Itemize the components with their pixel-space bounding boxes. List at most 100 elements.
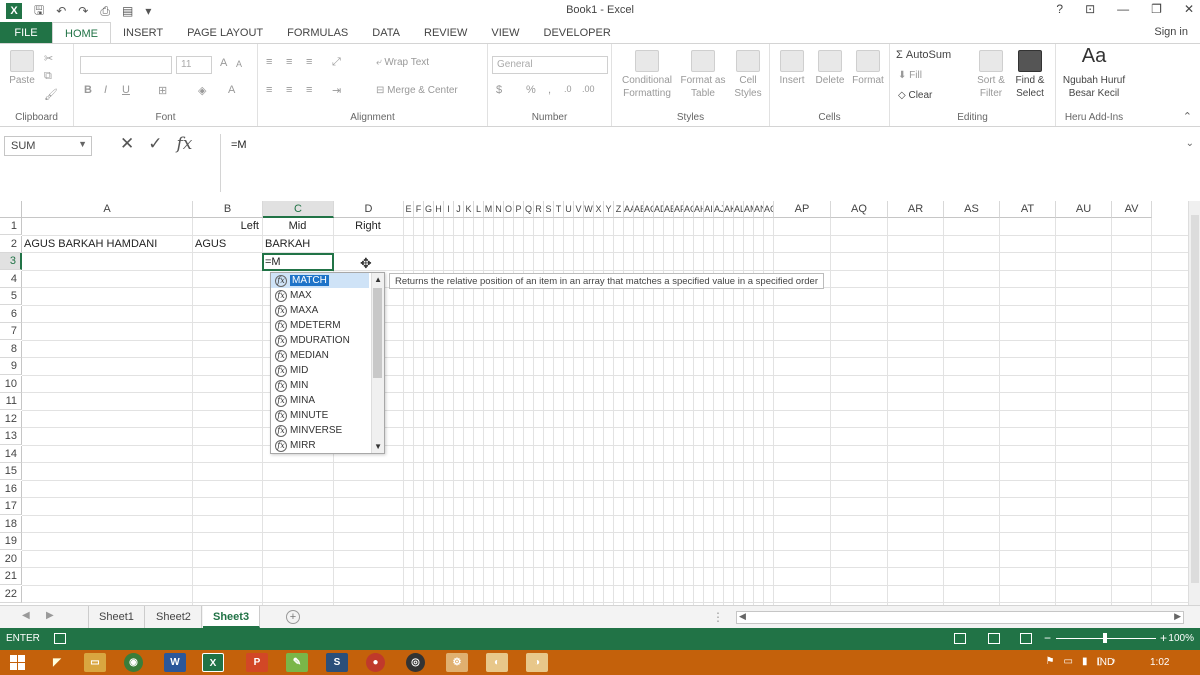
clear-button[interactable]: ◇ Clear [898, 90, 932, 101]
italic-button[interactable]: I [104, 84, 107, 96]
normal-view-icon[interactable] [954, 633, 966, 644]
shrink-font-icon[interactable]: A [236, 59, 242, 69]
orientation-icon[interactable]: ⤢ [332, 56, 341, 69]
column-header-C[interactable]: C [263, 201, 334, 218]
borders-icon[interactable]: ⊞ [158, 84, 167, 97]
column-header-I[interactable]: I [444, 201, 454, 218]
column-header-O[interactable]: O [504, 201, 514, 218]
column-header-Y[interactable]: Y [604, 201, 614, 218]
column-header-D[interactable]: D [334, 201, 404, 218]
excel-taskbar-icon[interactable]: X [202, 653, 224, 672]
row-header-1[interactable]: 1 [0, 218, 22, 235]
column-header-AE[interactable]: AE [664, 201, 674, 218]
format-cells-button[interactable]: Format [850, 50, 886, 87]
select-all-corner[interactable] [0, 201, 22, 218]
grow-font-icon[interactable]: A [220, 57, 227, 69]
row-header-2[interactable]: 2 [0, 235, 22, 253]
clock[interactable]: 1:02 [1150, 657, 1169, 668]
worksheet-grid[interactable]: ABCDEFGHIJKLMNOPQRSTUVWXYZAAABACADAEAFAG… [0, 201, 1188, 605]
row-header-18[interactable]: 18 [0, 515, 22, 533]
new-sheet-button[interactable]: + [286, 610, 300, 624]
row-header-13[interactable]: 13 [0, 428, 22, 445]
column-header-G[interactable]: G [424, 201, 434, 218]
tab-insert[interactable]: INSERT [111, 22, 175, 44]
align-right-icon[interactable]: ≡ [306, 84, 312, 96]
increase-decimal-icon[interactable]: .0 [564, 84, 572, 94]
column-header-P[interactable]: P [514, 201, 524, 218]
undo-icon[interactable]: ↶ [56, 4, 66, 18]
column-header-AR[interactable]: AR [888, 201, 944, 218]
row-header-9[interactable]: 9 [0, 358, 22, 375]
vertical-scrollbar[interactable] [1188, 201, 1200, 605]
tab-review[interactable]: REVIEW [412, 22, 479, 44]
column-header-M[interactable]: M [484, 201, 494, 218]
flag-icon[interactable]: ⚑ [1046, 656, 1055, 667]
red-app-icon[interactable]: ● [366, 653, 385, 672]
file-explorer-icon[interactable]: ▭ [84, 653, 106, 672]
accounting-format-icon[interactable]: $ [496, 84, 502, 96]
fill-color-icon[interactable]: ◈ [198, 84, 206, 97]
zoom-level[interactable]: 100% [1168, 633, 1194, 644]
autosum-button[interactable]: Σ AutoSum [896, 49, 951, 61]
expand-formula-bar-icon[interactable]: ⌄ [1186, 138, 1194, 149]
cut-icon[interactable]: ✂ [44, 52, 53, 65]
minimize-button[interactable]: — [1117, 2, 1129, 16]
tab-file[interactable]: FILE [0, 22, 52, 44]
save-icon[interactable]: 🖫 [34, 1, 44, 22]
row-header-19[interactable]: 19 [0, 533, 22, 550]
next-sheet-icon[interactable]: ▶ [46, 610, 54, 621]
row-header-22[interactable]: 22 [0, 585, 22, 603]
column-header-AH[interactable]: AH [694, 201, 704, 218]
column-header-AB[interactable]: AB [634, 201, 644, 218]
row-header-14[interactable]: 14 [0, 445, 22, 463]
column-header-AD[interactable]: AD [654, 201, 664, 218]
column-header-AA[interactable]: AA [624, 201, 634, 218]
formula-input[interactable]: =M [220, 134, 1200, 192]
copy-icon[interactable]: ⧉ [44, 70, 52, 83]
column-header-L[interactable]: L [474, 201, 484, 218]
word-icon[interactable]: W [164, 653, 186, 672]
collapse-ribbon-icon[interactable]: ⌃ [1183, 110, 1192, 123]
row-header-7[interactable]: 7 [0, 323, 22, 340]
find-select-button[interactable]: Find & Select [1010, 50, 1050, 100]
row-header-4[interactable]: 4 [0, 270, 22, 288]
column-header-Q[interactable]: Q [524, 201, 534, 218]
network-icon[interactable]: ▮ [1082, 656, 1088, 667]
merge-center-button[interactable]: ⊟ Merge & Center [376, 85, 458, 96]
cell-B2[interactable]: AGUS [195, 236, 259, 253]
windows-start-icon[interactable] [10, 655, 26, 670]
tab-view[interactable]: VIEW [479, 22, 531, 44]
row-header-17[interactable]: 17 [0, 498, 22, 515]
tab-home[interactable]: HOME [52, 22, 111, 44]
column-header-AU[interactable]: AU [1056, 201, 1112, 218]
column-header-R[interactable]: R [534, 201, 544, 218]
column-header-U[interactable]: U [564, 201, 574, 218]
column-header-AM[interactable]: AM [744, 201, 754, 218]
row-header-21[interactable]: 21 [0, 568, 22, 585]
format-as-table-button[interactable]: Format as Table [678, 50, 728, 100]
column-header-E[interactable]: E [404, 201, 414, 218]
format-painter-icon[interactable]: 🖌 [44, 88, 58, 101]
indent-icon[interactable]: ⇥ [332, 84, 341, 97]
sign-in-link[interactable]: Sign in [1154, 26, 1188, 38]
column-header-W[interactable]: W [584, 201, 594, 218]
row-header-3[interactable]: 3 [0, 253, 22, 270]
zoom-in-icon[interactable]: + [1160, 631, 1167, 645]
row-header-6[interactable]: 6 [0, 305, 22, 323]
column-header-J[interactable]: J [454, 201, 464, 218]
column-header-AV[interactable]: AV [1112, 201, 1152, 218]
align-bottom-icon[interactable]: ≡ [306, 56, 312, 68]
column-header-N[interactable]: N [494, 201, 504, 218]
powerpoint-icon[interactable]: P [246, 653, 268, 672]
s-app-icon[interactable]: S [326, 653, 348, 672]
tools-app-icon[interactable]: ⚙ [446, 653, 468, 672]
row-header-11[interactable]: 11 [0, 393, 22, 410]
percent-button[interactable]: % [526, 84, 536, 96]
tab-data[interactable]: DATA [360, 22, 412, 44]
paint-app-icon[interactable]: ◐ [486, 653, 508, 672]
column-header-AF[interactable]: AF [674, 201, 684, 218]
column-header-AI[interactable]: AI [704, 201, 714, 218]
column-header-Z[interactable]: Z [614, 201, 624, 218]
ribbon-display-icon[interactable]: ⊡ [1085, 2, 1095, 16]
paste-button[interactable]: Paste [6, 50, 38, 87]
